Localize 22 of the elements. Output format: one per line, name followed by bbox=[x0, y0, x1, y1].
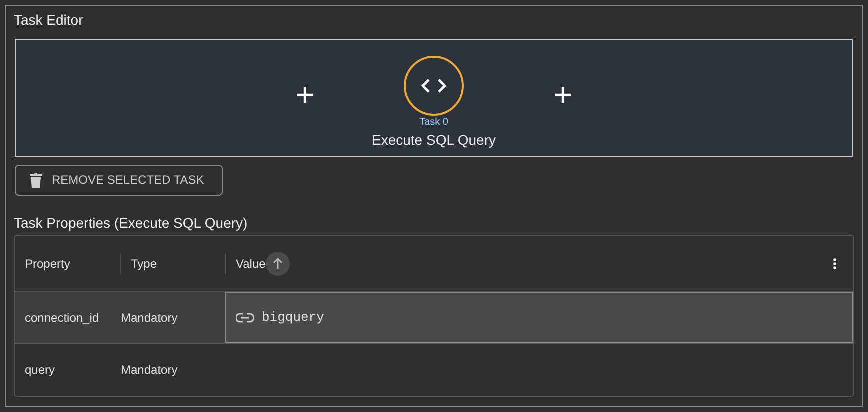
table-cell-text: Mandatory bbox=[120, 362, 179, 379]
link-icon bbox=[236, 312, 254, 322]
code-icon bbox=[420, 78, 447, 94]
add-icon[interactable] bbox=[296, 86, 314, 104]
table-cell-text: Mandatory bbox=[120, 310, 179, 326]
task-name: Execute SQL Query bbox=[372, 131, 496, 150]
sort-ascending-icon[interactable] bbox=[266, 252, 290, 276]
remove-selected-task-button[interactable]: REMOVE SELECTED TASK bbox=[15, 164, 223, 196]
trash-icon bbox=[30, 172, 42, 188]
table-cell-text: connection_id bbox=[24, 310, 100, 326]
column-header[interactable]: Value bbox=[236, 254, 266, 272]
table-cell-text: query bbox=[24, 362, 56, 379]
task-node[interactable] bbox=[404, 56, 464, 116]
column-header[interactable]: Property bbox=[15, 254, 70, 272]
more-options-icon[interactable] bbox=[833, 258, 837, 270]
panel-title: Task Editor bbox=[14, 11, 84, 29]
column-header[interactable]: Type bbox=[131, 254, 158, 272]
value-field[interactable]: bigquery bbox=[225, 292, 853, 343]
properties-title: Task Properties (Execute SQL Query) bbox=[14, 214, 249, 232]
add-icon[interactable] bbox=[554, 86, 572, 104]
task-label: Task 0 bbox=[420, 117, 448, 130]
value-text: bigquery bbox=[262, 308, 324, 327]
